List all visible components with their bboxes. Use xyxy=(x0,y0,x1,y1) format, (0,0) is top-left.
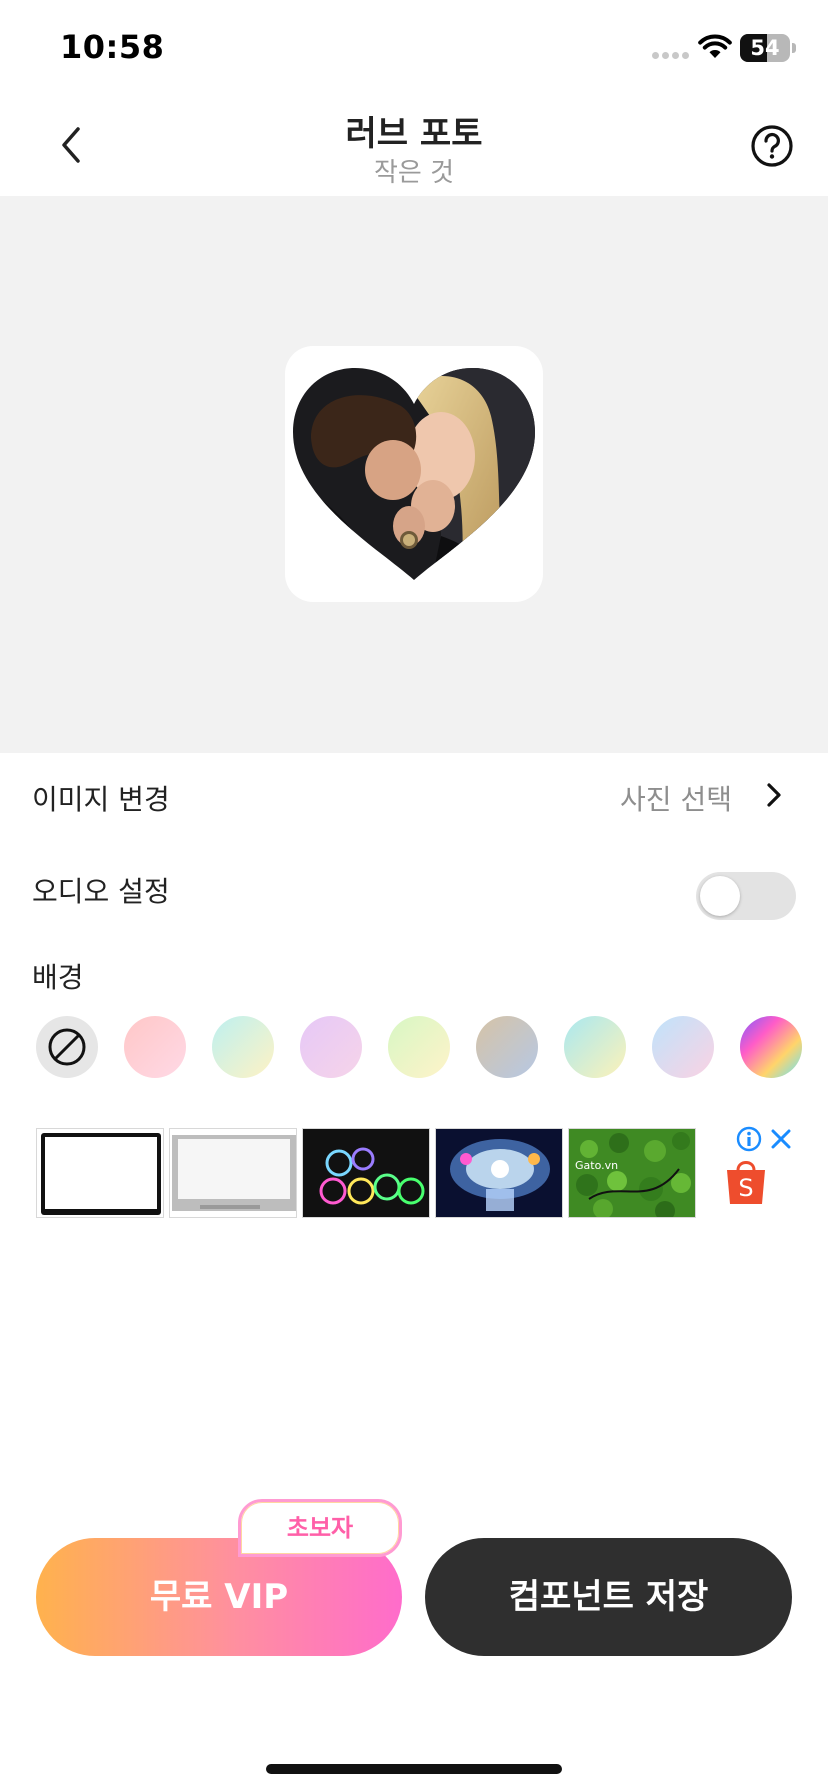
nav-bar: 러브 포토 작은 것 xyxy=(0,100,828,196)
ad-thumb-laptop-screen-panel[interactable] xyxy=(36,1128,164,1218)
change-image-label: 이미지 변경 xyxy=(32,783,170,816)
widget-card[interactable] xyxy=(285,346,543,602)
heart-photo xyxy=(293,368,535,580)
swatch-aqua-yellow[interactable] xyxy=(564,1016,626,1078)
swatch-rainbow[interactable] xyxy=(740,1016,802,1078)
audio-settings-label: 오디오 설정 xyxy=(32,875,170,908)
home-indicator xyxy=(266,1764,562,1774)
wifi-icon xyxy=(698,34,732,58)
audio-toggle[interactable] xyxy=(696,872,796,920)
save-component-button[interactable]: 컴포넌트 저장 xyxy=(425,1538,792,1656)
swatch-sand-blue[interactable] xyxy=(476,1016,538,1078)
swatch-lime[interactable] xyxy=(388,1016,450,1078)
swatch-none[interactable] xyxy=(36,1016,98,1078)
beginner-badge: 초보자 xyxy=(238,1499,402,1557)
save-component-label: 컴포넌트 저장 xyxy=(508,1577,709,1617)
shop-letter: S xyxy=(738,1174,753,1202)
change-image-row[interactable]: 이미지 변경 사진 선택 xyxy=(0,756,828,836)
battery-cap xyxy=(792,43,796,53)
page-title: 러브 포토 xyxy=(345,114,483,154)
background-swatch-list xyxy=(0,1016,828,1080)
info-icon[interactable] xyxy=(736,1126,762,1152)
toggle-knob xyxy=(700,876,740,916)
status-bar: 10:58 54 xyxy=(0,0,828,100)
shopping-bag-icon[interactable]: S xyxy=(724,1156,768,1206)
battery-icon: 54 xyxy=(740,34,790,62)
widget-preview-area xyxy=(0,196,828,753)
ad-thumb-rgb-cooling-fan[interactable] xyxy=(435,1128,563,1218)
cellular-signal-icon xyxy=(652,52,689,59)
help-icon[interactable] xyxy=(748,122,796,170)
close-icon[interactable] xyxy=(768,1126,794,1152)
audio-settings-row: 오디오 설정 xyxy=(0,864,828,944)
select-photo-value[interactable]: 사진 선택 xyxy=(620,778,732,818)
page-subtitle: 작은 것 xyxy=(373,158,455,188)
swatch-pink[interactable] xyxy=(124,1016,186,1078)
ad-watermark: Gato.vn xyxy=(575,1159,619,1172)
ad-banner[interactable]: Gato.vn S xyxy=(36,1126,802,1220)
ad-thumb-rgb-led-rings[interactable] xyxy=(302,1128,430,1218)
swatch-sky-pink[interactable] xyxy=(652,1016,714,1078)
chevron-right-icon[interactable] xyxy=(766,782,782,808)
background-label: 배경 xyxy=(32,961,84,994)
swatch-mint-yellow[interactable] xyxy=(212,1016,274,1078)
no-background-icon xyxy=(48,1028,86,1066)
battery-level: 54 xyxy=(750,36,780,60)
swatch-lavender[interactable] xyxy=(300,1016,362,1078)
status-time: 10:58 xyxy=(60,28,165,66)
ad-thumb-laptop-screen-white[interactable] xyxy=(169,1128,297,1218)
ad-thumb-green-grass-mat[interactable]: Gato.vn xyxy=(568,1128,696,1218)
